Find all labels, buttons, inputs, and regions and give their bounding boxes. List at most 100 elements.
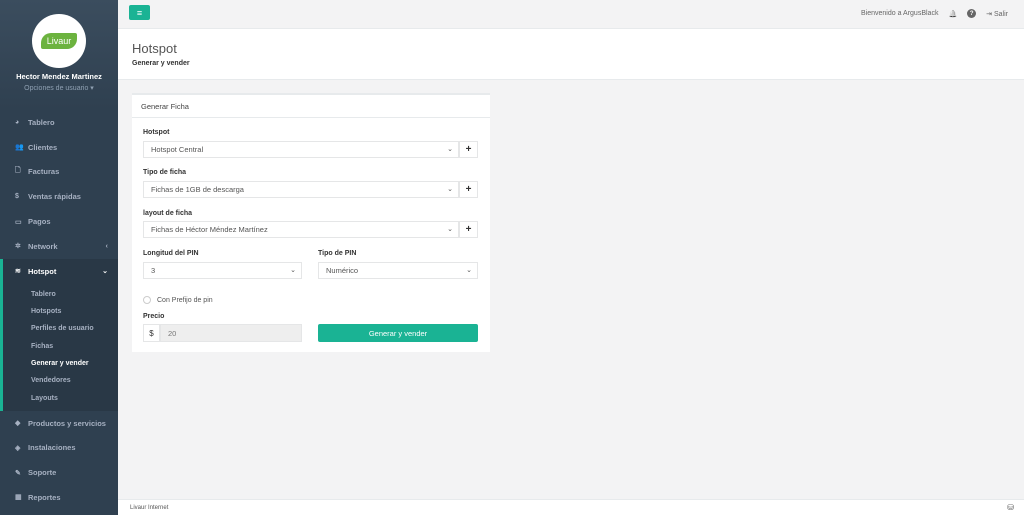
pin-type-value: Numérico bbox=[326, 266, 359, 275]
layout-ficha-value: Fichas de Héctor Méndez Martínez bbox=[151, 225, 268, 234]
profile-panel: Livaur Hector Mendez Martinez Opciones d… bbox=[0, 0, 118, 110]
wifi-icon: ≋ bbox=[15, 268, 21, 276]
sidebar-item-label: Pagos bbox=[28, 217, 51, 227]
sidebar-item-label: Clientes bbox=[28, 142, 58, 152]
tipo-ficha-label: Tipo de ficha bbox=[143, 169, 187, 176]
welcome-text: Bienvenido a ArgusBlack bbox=[861, 10, 939, 17]
installations-icon: ◈ bbox=[15, 444, 21, 452]
submenu-item-perfiles[interactable]: Perfiles de usuario bbox=[3, 320, 118, 337]
avatar[interactable]: Livaur bbox=[32, 14, 86, 68]
sidebar-item-tablero[interactable]: ◕ Tablero bbox=[0, 110, 118, 135]
sidebar: Livaur Hector Mendez Martinez Opciones d… bbox=[0, 0, 118, 515]
user-options-dropdown[interactable]: Opciones de usuario ▾ bbox=[0, 84, 118, 92]
generate-sell-button[interactable]: Generar y vender bbox=[318, 324, 478, 342]
sidebar-item-network[interactable]: ✲ Network ‹ bbox=[0, 234, 118, 259]
plus-icon: + bbox=[465, 184, 472, 195]
top-navbar: ≡ Bienvenido a ArgusBlack 🔔 ? ⇥ Salir bbox=[118, 0, 1024, 29]
help-icon[interactable]: ? bbox=[967, 9, 977, 18]
generate-ticket-card: Generar Ficha Hotspot Hotspot Central ⌄ … bbox=[132, 93, 490, 352]
sidebar-item-label: Productos y servicios bbox=[28, 418, 106, 428]
submenu-item-tablero[interactable]: Tablero bbox=[3, 286, 118, 303]
price-input[interactable]: 20 bbox=[160, 324, 302, 342]
hotspot-submenu: Tablero Hotspots Perfiles de usuario Fic… bbox=[0, 283, 118, 411]
payment-icon: ▭ bbox=[15, 218, 22, 226]
page-title: Hotspot bbox=[132, 41, 177, 56]
add-tipo-ficha-button[interactable]: + bbox=[459, 181, 478, 198]
network-icon: ✲ bbox=[15, 243, 21, 251]
sidebar-item-facturas[interactable]: 🗋 Facturas bbox=[0, 160, 118, 185]
hamburger-icon: ≡ bbox=[136, 7, 143, 18]
sidebar-item-label: Reportes bbox=[28, 492, 61, 502]
prefix-radio[interactable] bbox=[143, 296, 151, 304]
sidebar-nav: ◕ Tablero 👥 Clientes 🗋 Facturas $ Ventas… bbox=[0, 110, 118, 510]
tipo-ficha-value: Fichas de 1GB de descarga bbox=[151, 185, 244, 194]
price-label: Precio bbox=[143, 313, 165, 320]
dashboard-icon: ◕ bbox=[15, 118, 20, 126]
pin-type-select[interactable]: Numérico ⌄ bbox=[318, 262, 478, 279]
pin-length-value: 3 bbox=[151, 266, 156, 275]
sidebar-item-label: Facturas bbox=[28, 167, 60, 177]
prefix-label: Con Prefijo de pin bbox=[157, 297, 213, 304]
plus-icon: + bbox=[465, 144, 472, 155]
users-icon: 👥 bbox=[15, 144, 24, 152]
pin-length-select[interactable]: 3 ⌄ bbox=[143, 262, 302, 279]
submenu-item-generar-vender[interactable]: Generar y vender bbox=[3, 355, 118, 372]
logout-icon: ⇥ bbox=[986, 10, 993, 18]
sidebar-item-productos[interactable]: ◆ Productos y servicios bbox=[0, 411, 118, 436]
sidebar-item-label: Ventas rápidas bbox=[28, 192, 81, 202]
submenu-item-layouts[interactable]: Layouts bbox=[3, 389, 118, 406]
menu-toggle-button[interactable]: ≡ bbox=[129, 5, 150, 20]
pin-length-label: Longitud del PIN bbox=[143, 250, 199, 257]
sidebar-item-label: Tablero bbox=[28, 117, 55, 127]
profile-name: Hector Mendez Martinez bbox=[16, 72, 102, 81]
currency-addon: $ bbox=[143, 324, 160, 342]
livaur-logo: Livaur bbox=[40, 33, 78, 49]
hotspot-label: Hotspot bbox=[143, 129, 170, 136]
hotspot-select-value: Hotspot Central bbox=[151, 145, 204, 154]
page-heading: Hotspot Generar y vender bbox=[118, 29, 1024, 80]
sidebar-item-hotspot[interactable]: ≋ Hotspot ⌄ bbox=[0, 258, 118, 284]
hotspot-select[interactable]: Hotspot Central ⌄ bbox=[143, 141, 459, 158]
pin-type-label: Tipo de PIN bbox=[318, 250, 357, 257]
chevron-down-icon: ⌄ bbox=[447, 186, 453, 193]
card-title: Generar Ficha bbox=[132, 95, 490, 118]
sidebar-item-clientes[interactable]: 👥 Clientes bbox=[0, 135, 118, 160]
tag-icon: ◆ bbox=[15, 420, 21, 428]
add-layout-button[interactable]: + bbox=[459, 221, 478, 238]
price-placeholder: 20 bbox=[168, 328, 177, 338]
submenu-item-fichas[interactable]: Fichas bbox=[3, 337, 118, 354]
logout-label: Salir bbox=[993, 10, 1008, 18]
breadcrumb: Generar y vender bbox=[132, 60, 190, 67]
logout-link[interactable]: ⇥ Salir bbox=[986, 10, 1008, 18]
chevron-left-icon: ‹ bbox=[105, 242, 108, 250]
sidebar-item-label: Network bbox=[28, 241, 58, 251]
sidebar-item-ventas-rapidas[interactable]: $ Ventas rápidas bbox=[0, 184, 118, 209]
chevron-down-icon: ⌄ bbox=[447, 146, 453, 153]
footer: Livaur Internet ⛁ bbox=[118, 499, 1024, 515]
file-icon: 🗋 bbox=[15, 167, 21, 175]
chevron-down-icon: ⌄ bbox=[447, 226, 453, 233]
sidebar-item-soporte[interactable]: ✎ Soporte bbox=[0, 460, 118, 485]
sidebar-item-reportes[interactable]: ▦ Reportes bbox=[0, 485, 118, 510]
sidebar-item-instalaciones[interactable]: ◈ Instalaciones bbox=[0, 435, 118, 460]
add-hotspot-button[interactable]: + bbox=[459, 141, 478, 158]
wrench-icon: ✎ bbox=[15, 469, 21, 477]
layout-ficha-select[interactable]: Fichas de Héctor Méndez Martínez ⌄ bbox=[143, 221, 459, 238]
sidebar-item-label: Hotspot bbox=[28, 266, 57, 276]
database-icon[interactable]: ⛁ bbox=[1007, 503, 1014, 512]
sidebar-item-pagos[interactable]: ▭ Pagos bbox=[0, 209, 118, 234]
submenu-item-vendedores[interactable]: Vendedores bbox=[3, 372, 118, 389]
submenu-item-hotspots[interactable]: Hotspots bbox=[3, 303, 118, 320]
dollar-icon: $ bbox=[15, 193, 19, 201]
plus-icon: + bbox=[465, 224, 472, 235]
chevron-down-icon: ⌄ bbox=[466, 267, 472, 274]
bell-icon[interactable]: 🔔 bbox=[948, 10, 957, 18]
sidebar-item-label: Instalaciones bbox=[28, 443, 76, 453]
tipo-ficha-select[interactable]: Fichas de 1GB de descarga ⌄ bbox=[143, 181, 459, 198]
chevron-down-icon: ⌄ bbox=[290, 267, 296, 274]
footer-text: Livaur Internet bbox=[130, 505, 169, 511]
layout-ficha-label: layout de ficha bbox=[143, 210, 193, 217]
chevron-down-icon: ⌄ bbox=[102, 268, 108, 276]
report-icon: ▦ bbox=[15, 494, 22, 502]
topbar-right: Bienvenido a ArgusBlack 🔔 ? ⇥ Salir bbox=[861, 9, 1008, 18]
